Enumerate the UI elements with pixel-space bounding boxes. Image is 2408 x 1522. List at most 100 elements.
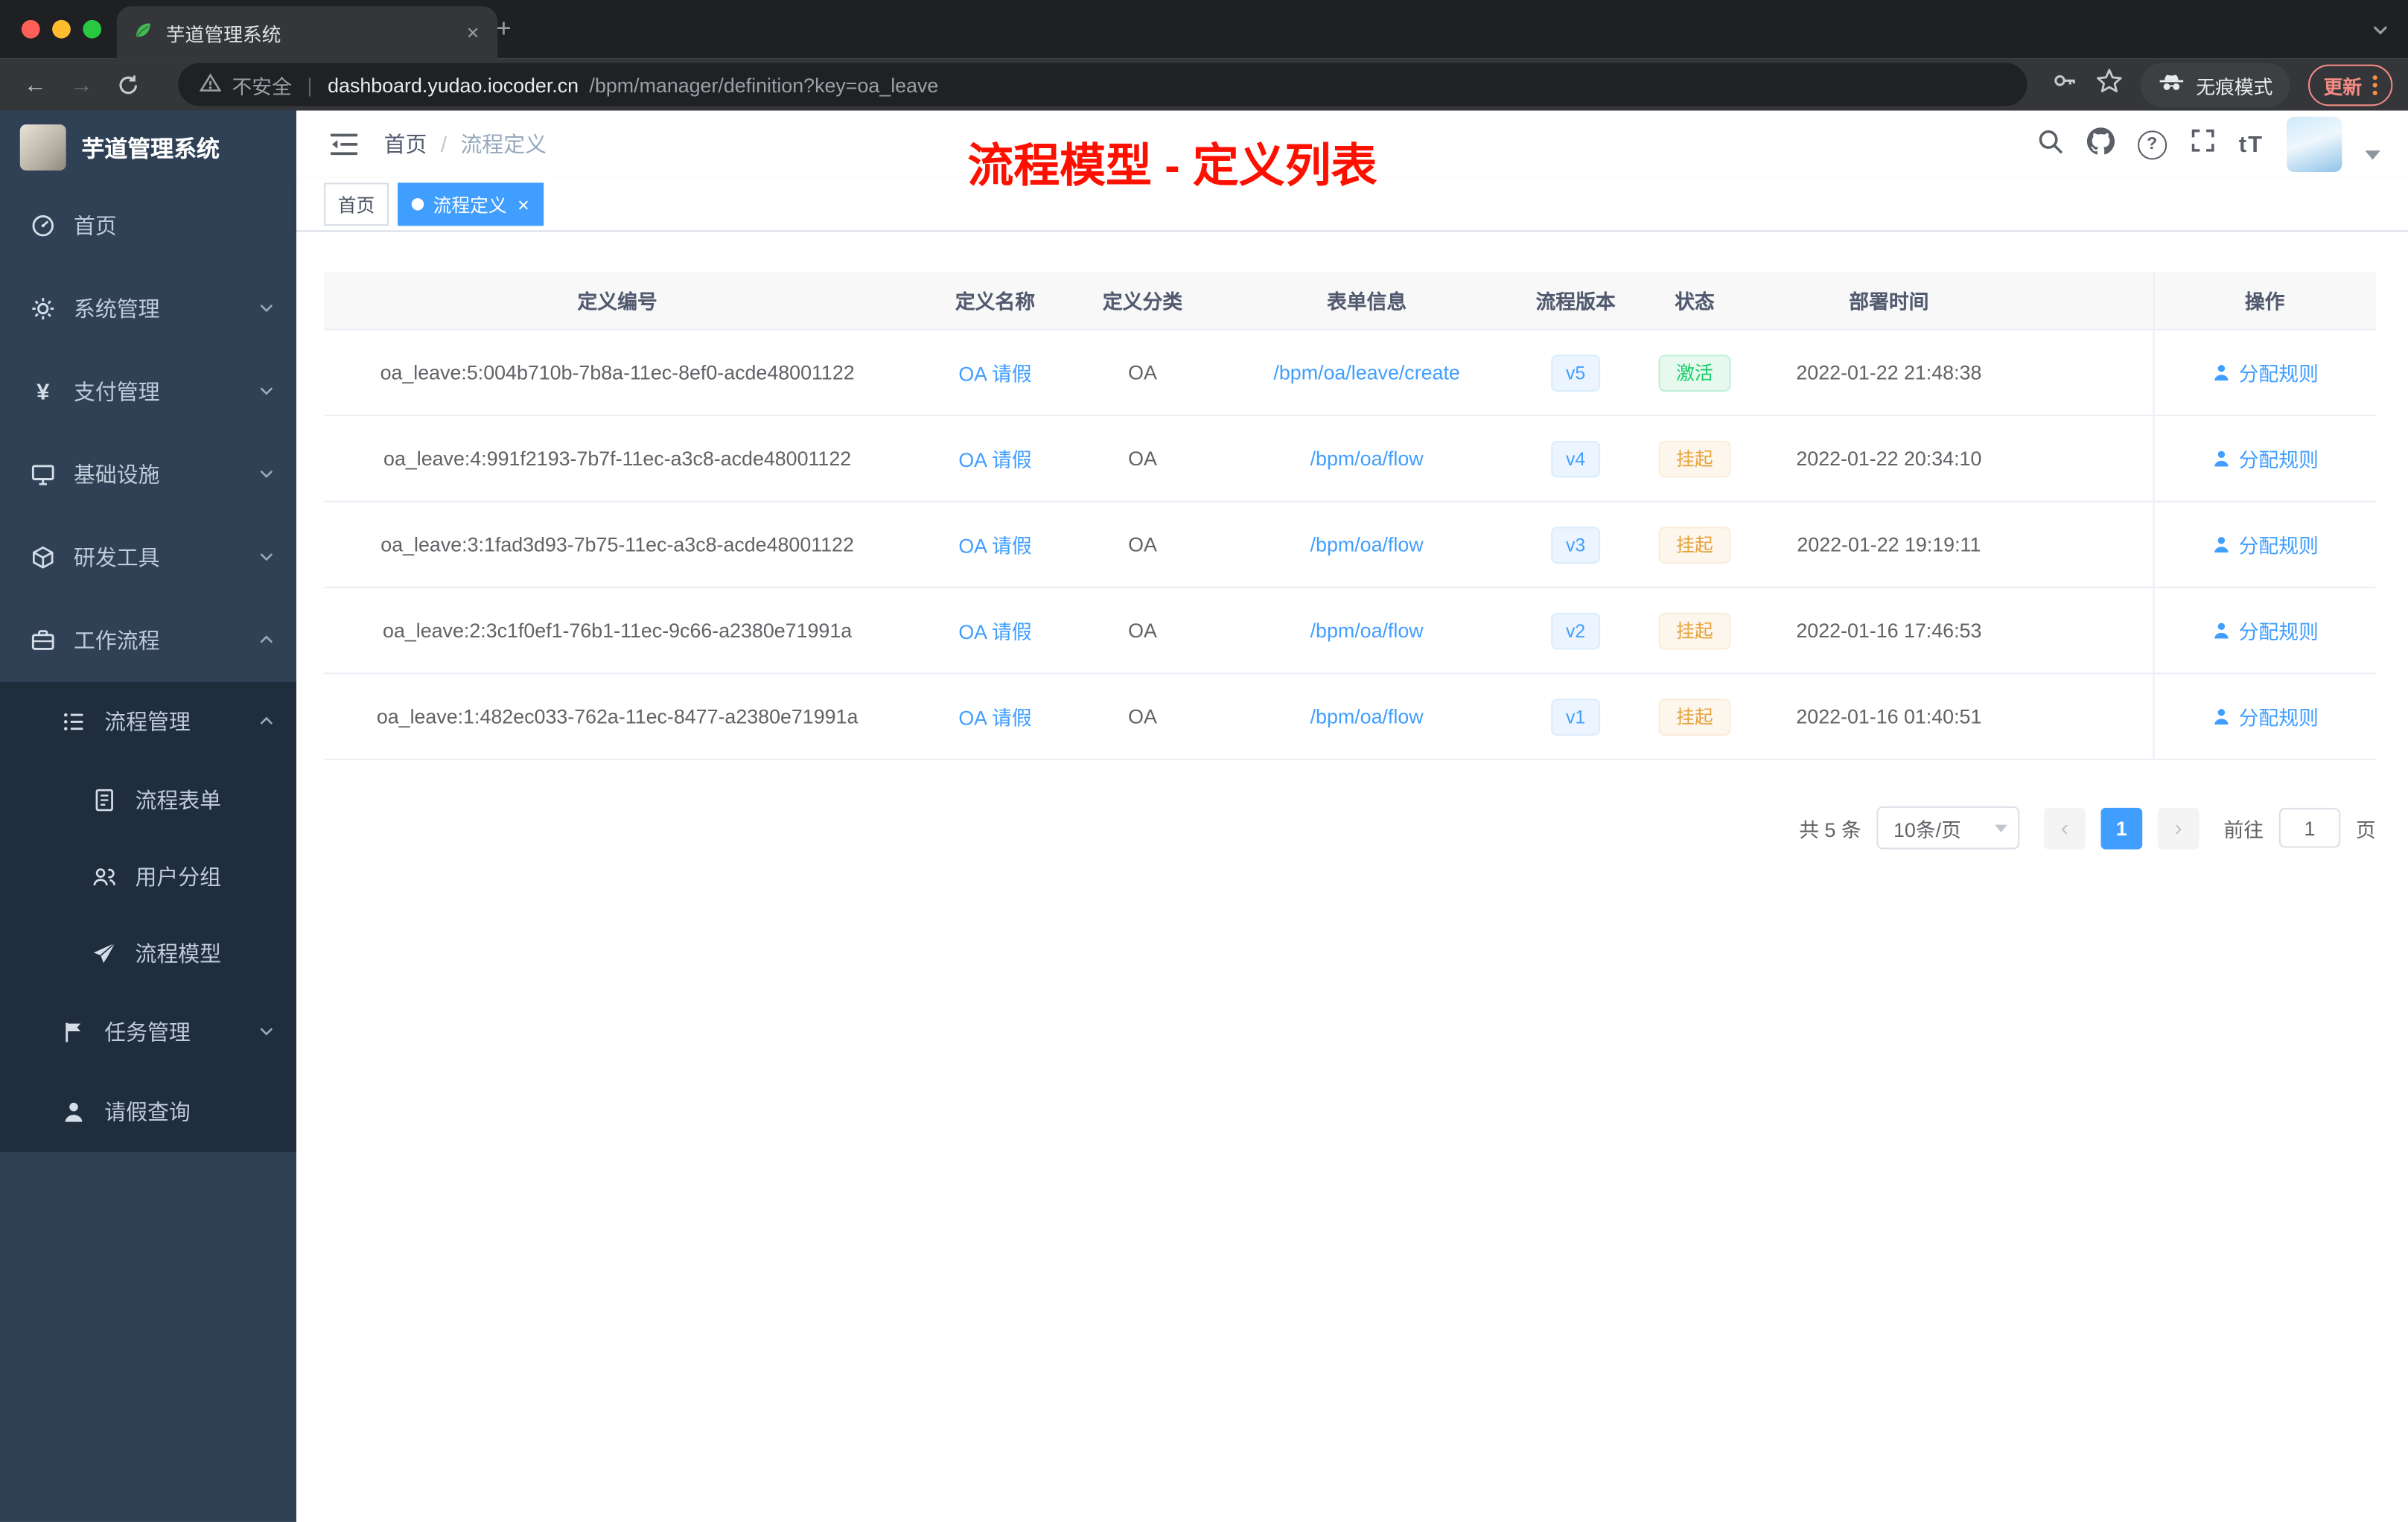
form-link[interactable]: /bpm/oa/flow (1310, 619, 1424, 642)
definition-name-link[interactable]: OA 请假 (958, 448, 1031, 471)
gear-icon (32, 298, 54, 319)
person-icon (2214, 450, 2229, 467)
cell-version: v2 (1528, 587, 1624, 675)
address-bar[interactable]: 不安全 | dashboard.yudao.iocoder.cn/bpm/man… (178, 63, 2028, 106)
chevron-up-icon (258, 710, 275, 734)
cell-form: /bpm/oa/flow (1205, 673, 1529, 760)
breadcrumb-home[interactable]: 首页 (384, 129, 427, 159)
sidebar-item-home[interactable]: 首页 (0, 185, 296, 267)
bookmark-star-icon[interactable] (2096, 68, 2122, 101)
close-window-button[interactable] (21, 19, 40, 39)
definition-name-link[interactable]: OA 请假 (958, 363, 1031, 386)
browser-menu-kebab-icon[interactable] (2372, 74, 2377, 95)
sidebar-fold-icon[interactable] (309, 130, 380, 158)
cell-id: oa_leave:4:991f2193-7b7f-11ec-a3c8-acde4… (324, 415, 911, 503)
version-badge: v2 (1550, 611, 1601, 649)
page-size-select[interactable]: 10条/页 (1876, 806, 2020, 850)
form-link[interactable]: /bpm/oa/leave/create (1273, 361, 1459, 384)
sidebar-item-devtools[interactable]: 研发工具 (0, 516, 296, 599)
assign-rule-button[interactable]: 分配规则 (2211, 444, 2319, 473)
app-navbar: 首页 / 流程定义 ? tT (296, 110, 2408, 179)
table-header-row: 定义编号 定义名称 定义分类 表单信息 流程版本 状态 部署时间 操作 (324, 272, 2376, 331)
breadcrumb: 首页 / 流程定义 (384, 129, 547, 159)
forward-button[interactable]: → (62, 65, 102, 105)
browser-window: 芋道管理系统 × + ← → 不安全 | dashboard.yudao.ioc… (0, 0, 2408, 1522)
sidebar-item-payment[interactable]: ¥ 支付管理 (0, 350, 296, 433)
url-host[interactable]: dashboard.yudao.iocoder.cn (328, 73, 579, 96)
assign-rule-button[interactable]: 分配规则 (2211, 702, 2319, 731)
pagination-total: 共 5 条 (1799, 818, 1861, 841)
security-warning-icon[interactable] (199, 71, 222, 98)
goto-page-input[interactable] (2278, 807, 2341, 848)
chevron-down-icon (258, 296, 275, 321)
cell-spacer (2011, 329, 2153, 416)
flag-icon (66, 1022, 81, 1042)
minimize-window-button[interactable] (52, 19, 71, 39)
cell-version: v5 (1528, 329, 1624, 416)
security-label[interactable]: 不安全 (232, 70, 291, 99)
avatar-caret-icon[interactable] (2365, 150, 2380, 160)
password-key-icon[interactable] (2051, 68, 2077, 101)
assign-rule-button[interactable]: 分配规则 (2211, 530, 2319, 559)
sidebar-item-infra[interactable]: 基础设施 (0, 433, 296, 516)
reload-button[interactable] (107, 65, 147, 105)
cell-status: 挂起 (1623, 587, 1766, 675)
sidebar-item-process-form[interactable]: 流程表单 (0, 762, 296, 838)
person-icon (2214, 537, 2229, 553)
tag-home[interactable]: 首页 (324, 182, 389, 226)
definition-name-link[interactable]: OA 请假 (958, 707, 1031, 730)
tab-search-caret-icon[interactable] (2372, 20, 2390, 48)
prev-page-button[interactable]: ‹ (2044, 806, 2086, 849)
avatar[interactable] (2287, 116, 2342, 172)
form-link[interactable]: /bpm/oa/flow (1310, 533, 1424, 556)
form-link[interactable]: /bpm/oa/flow (1310, 705, 1424, 728)
form-link[interactable]: /bpm/oa/flow (1310, 447, 1424, 470)
status-badge: 挂起 (1659, 698, 1730, 735)
cell-deploy-time: 2022-01-22 21:48:38 (1765, 329, 2012, 416)
cell-category: OA (1079, 501, 1206, 588)
chevron-down-icon (258, 462, 275, 487)
page-number-button[interactable]: 1 (2100, 806, 2143, 849)
tag-process-definition[interactable]: 流程定义 × (398, 182, 544, 226)
github-icon[interactable] (2086, 127, 2115, 162)
sidebar-item-label: 任务管理 (104, 1019, 191, 1045)
url-path[interactable]: /bpm/manager/definition?key=oa_leave (590, 73, 939, 96)
sidebar-logo[interactable]: 芋道管理系统 (0, 111, 296, 185)
sidebar-item-process-model[interactable]: 流程模型 (0, 915, 296, 992)
version-badge: v5 (1550, 354, 1601, 391)
navbar-actions: ? tT (2036, 116, 2380, 172)
definition-name-link[interactable]: OA 请假 (958, 535, 1031, 558)
browser-tab[interactable]: 芋道管理系统 × (116, 6, 498, 59)
sidebar-item-leave-query[interactable]: 请假查询 (0, 1072, 296, 1152)
new-tab-button[interactable]: + (485, 10, 523, 48)
help-icon[interactable]: ? (2137, 130, 2167, 159)
col-header-version: 流程版本 (1528, 272, 1624, 331)
sidebar-item-user-group[interactable]: 用户分组 (0, 838, 296, 915)
font-size-icon[interactable]: tT (2239, 131, 2264, 157)
col-header-form: 表单信息 (1205, 272, 1529, 331)
omnibox-separator: | (307, 72, 313, 96)
definition-name-link[interactable]: OA 请假 (958, 620, 1031, 643)
sidebar-item-workflow[interactable]: 工作流程 (0, 599, 296, 681)
cell-spacer (2011, 673, 2153, 760)
tag-close-icon[interactable]: × (517, 194, 529, 214)
assign-rule-button[interactable]: 分配规则 (2211, 616, 2319, 645)
cell-version: v4 (1528, 415, 1624, 503)
back-button[interactable]: ← (16, 65, 56, 105)
search-icon[interactable] (2036, 127, 2064, 162)
fullscreen-icon[interactable] (2190, 127, 2216, 161)
next-page-button[interactable]: › (2157, 806, 2200, 849)
sidebar-item-label: 系统管理 (74, 296, 160, 322)
assign-rule-button[interactable]: 分配规则 (2211, 358, 2319, 387)
sidebar-item-system[interactable]: 系统管理 (0, 267, 296, 350)
zoom-window-button[interactable] (83, 19, 102, 39)
sidebar-item-process-mgmt[interactable]: 流程管理 (0, 682, 296, 762)
tag-label: 首页 (337, 194, 375, 216)
cell-actions: 分配规则 (2152, 329, 2376, 416)
table-row: oa_leave:3:1fad3d93-7b75-11ec-a3c8-acde4… (324, 501, 2376, 588)
cell-deploy-time: 2022-01-22 20:34:10 (1765, 415, 2012, 503)
sidebar-item-task-mgmt[interactable]: 任务管理 (0, 992, 296, 1072)
update-button[interactable]: 更新 (2307, 63, 2393, 106)
tab-close-icon[interactable]: × (463, 20, 482, 45)
goto-label: 前往 (2223, 818, 2264, 841)
